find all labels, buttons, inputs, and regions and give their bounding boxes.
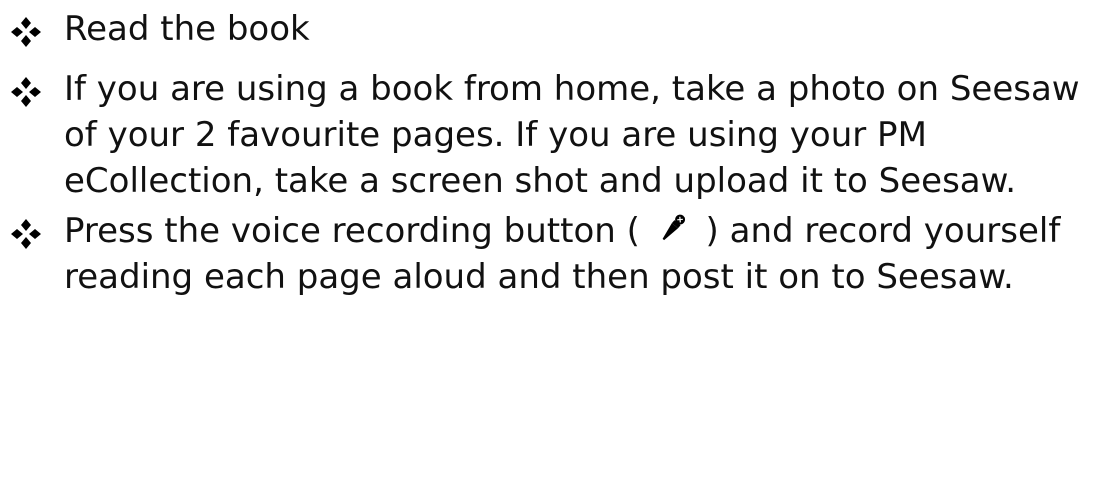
- list-item: Press the voice recording button ( ) and…: [8, 208, 1103, 300]
- item-text: If you are using a book from home, take …: [64, 69, 1080, 201]
- list-item: Read the book: [8, 6, 1103, 52]
- item-text: Read the book: [64, 9, 310, 49]
- diamond-bullet-icon: [11, 77, 41, 107]
- list-item: If you are using a book from home, take …: [8, 66, 1103, 204]
- instruction-list: Read the book If you are using a book fr…: [8, 6, 1103, 300]
- microphone-icon: [662, 214, 685, 241]
- diamond-bullet-icon: [11, 219, 41, 249]
- item-text-before: Press the voice recording button (: [64, 211, 640, 251]
- diamond-bullet-icon: [11, 17, 41, 47]
